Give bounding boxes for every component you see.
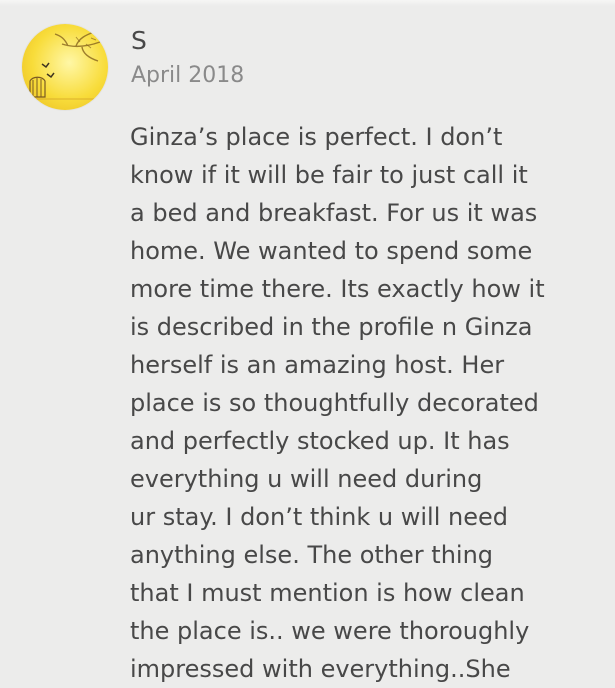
review-text: Ginza’s place is perfect. I don’t know i…	[130, 123, 545, 683]
reviewer-name[interactable]: S	[131, 26, 147, 56]
review-date: April 2018	[131, 63, 245, 88]
review-card: S April 2018 Ginza’s place is perfect. I…	[0, 0, 615, 683]
avatar-photo-icon	[22, 31, 108, 100]
reviewer-avatar[interactable]	[22, 24, 108, 110]
